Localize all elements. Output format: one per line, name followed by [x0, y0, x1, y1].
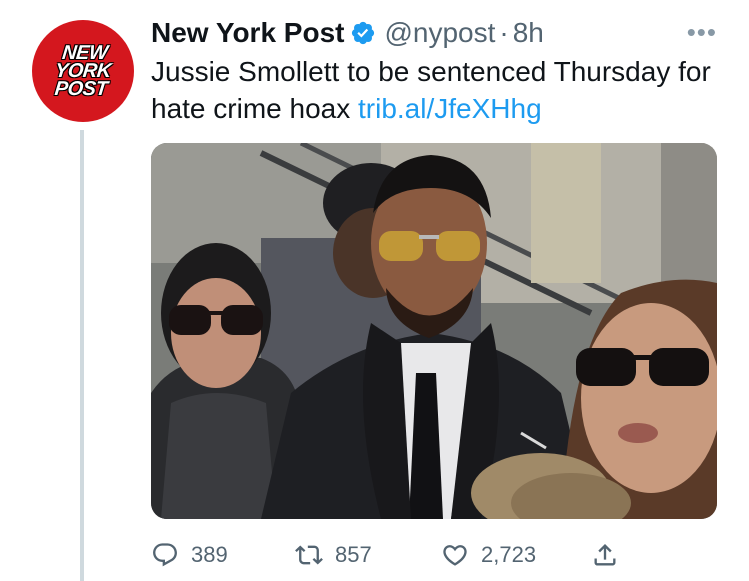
nypost-logo: NEW YORK POST — [52, 42, 113, 100]
tweet-actions: 389 857 2,723 — [151, 535, 651, 575]
logo-line-3: POST — [53, 78, 109, 100]
avatar[interactable]: NEW YORK POST — [32, 20, 134, 122]
heart-icon — [443, 545, 467, 566]
thread-line — [80, 130, 84, 581]
tweet-photo[interactable] — [151, 143, 717, 519]
retweet-button[interactable]: 857 — [295, 535, 372, 575]
reply-button[interactable]: 389 — [151, 535, 228, 575]
separator-dot: · — [499, 17, 509, 48]
retweet-count: 857 — [335, 542, 372, 567]
reply-icon — [153, 543, 177, 567]
tweet-header: New York Post @nypost · 8h ••• — [151, 15, 729, 51]
user-handle[interactable]: @nypost — [384, 17, 495, 49]
tweet-text: Jussie Smollett to be sentenced Thursday… — [151, 53, 731, 127]
more-options-icon[interactable]: ••• — [687, 17, 717, 48]
like-count: 2,723 — [481, 542, 537, 567]
reply-count: 389 — [191, 542, 228, 567]
retweet-icon — [295, 545, 323, 565]
share-button[interactable] — [591, 535, 619, 575]
share-icon — [594, 544, 616, 566]
photo-illustration — [151, 143, 717, 519]
like-button[interactable]: 2,723 — [441, 535, 536, 575]
tweet-link[interactable]: trib.al/JfeXHhg — [358, 93, 542, 124]
timestamp[interactable]: 8h — [513, 17, 544, 49]
verified-badge-icon — [350, 20, 376, 46]
display-name[interactable]: New York Post — [151, 17, 344, 49]
